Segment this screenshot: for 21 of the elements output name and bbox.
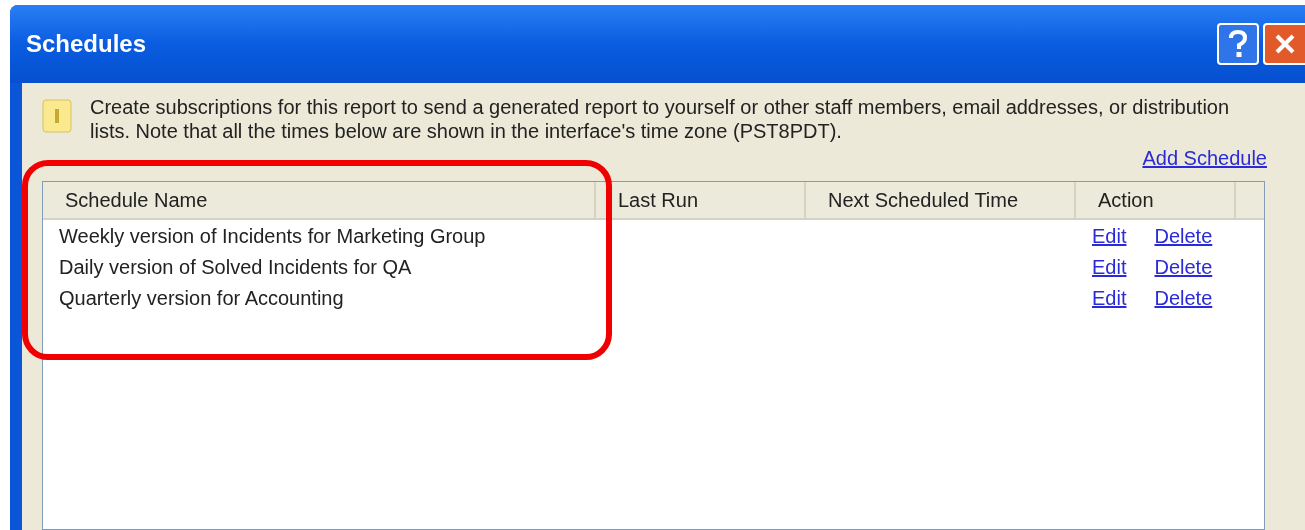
- add-schedule-link[interactable]: Add Schedule: [1142, 143, 1267, 173]
- info-message: Create subscriptions for this report to send a generated report to yourself or other staff members, email addresses, or distribution lists. Note that all the times below are shown in the interface's time zone (PST8PDT).: [90, 95, 1231, 143]
- delete-link[interactable]: Delete: [1154, 220, 1213, 251]
- close-button[interactable]: [1263, 23, 1305, 65]
- edit-link[interactable]: Edit: [1092, 220, 1127, 251]
- edit-link[interactable]: Edit: [1092, 251, 1127, 282]
- info-icon: [42, 99, 72, 133]
- column-header[interactable]: Next Scheduled Time: [806, 182, 1076, 218]
- edit-link[interactable]: Edit: [1092, 282, 1127, 313]
- table-cell-text: Weekly version of Incidents for Marketing Group: [58, 223, 487, 249]
- column-header[interactable]: Action: [1076, 182, 1236, 218]
- table-cell-text: Quarterly version for Accounting: [58, 285, 345, 311]
- close-icon: [1274, 33, 1296, 55]
- question-mark-icon: [1228, 30, 1248, 58]
- table-cell-text: Daily version of Solved Incidents for QA: [58, 254, 413, 280]
- column-header[interactable]: Schedule Name: [43, 182, 596, 218]
- help-button[interactable]: [1217, 23, 1259, 65]
- column-header[interactable]: Last Run: [596, 182, 806, 218]
- delete-link[interactable]: Delete: [1154, 251, 1213, 282]
- window-title: Schedules: [26, 29, 147, 59]
- delete-link[interactable]: Delete: [1154, 282, 1213, 313]
